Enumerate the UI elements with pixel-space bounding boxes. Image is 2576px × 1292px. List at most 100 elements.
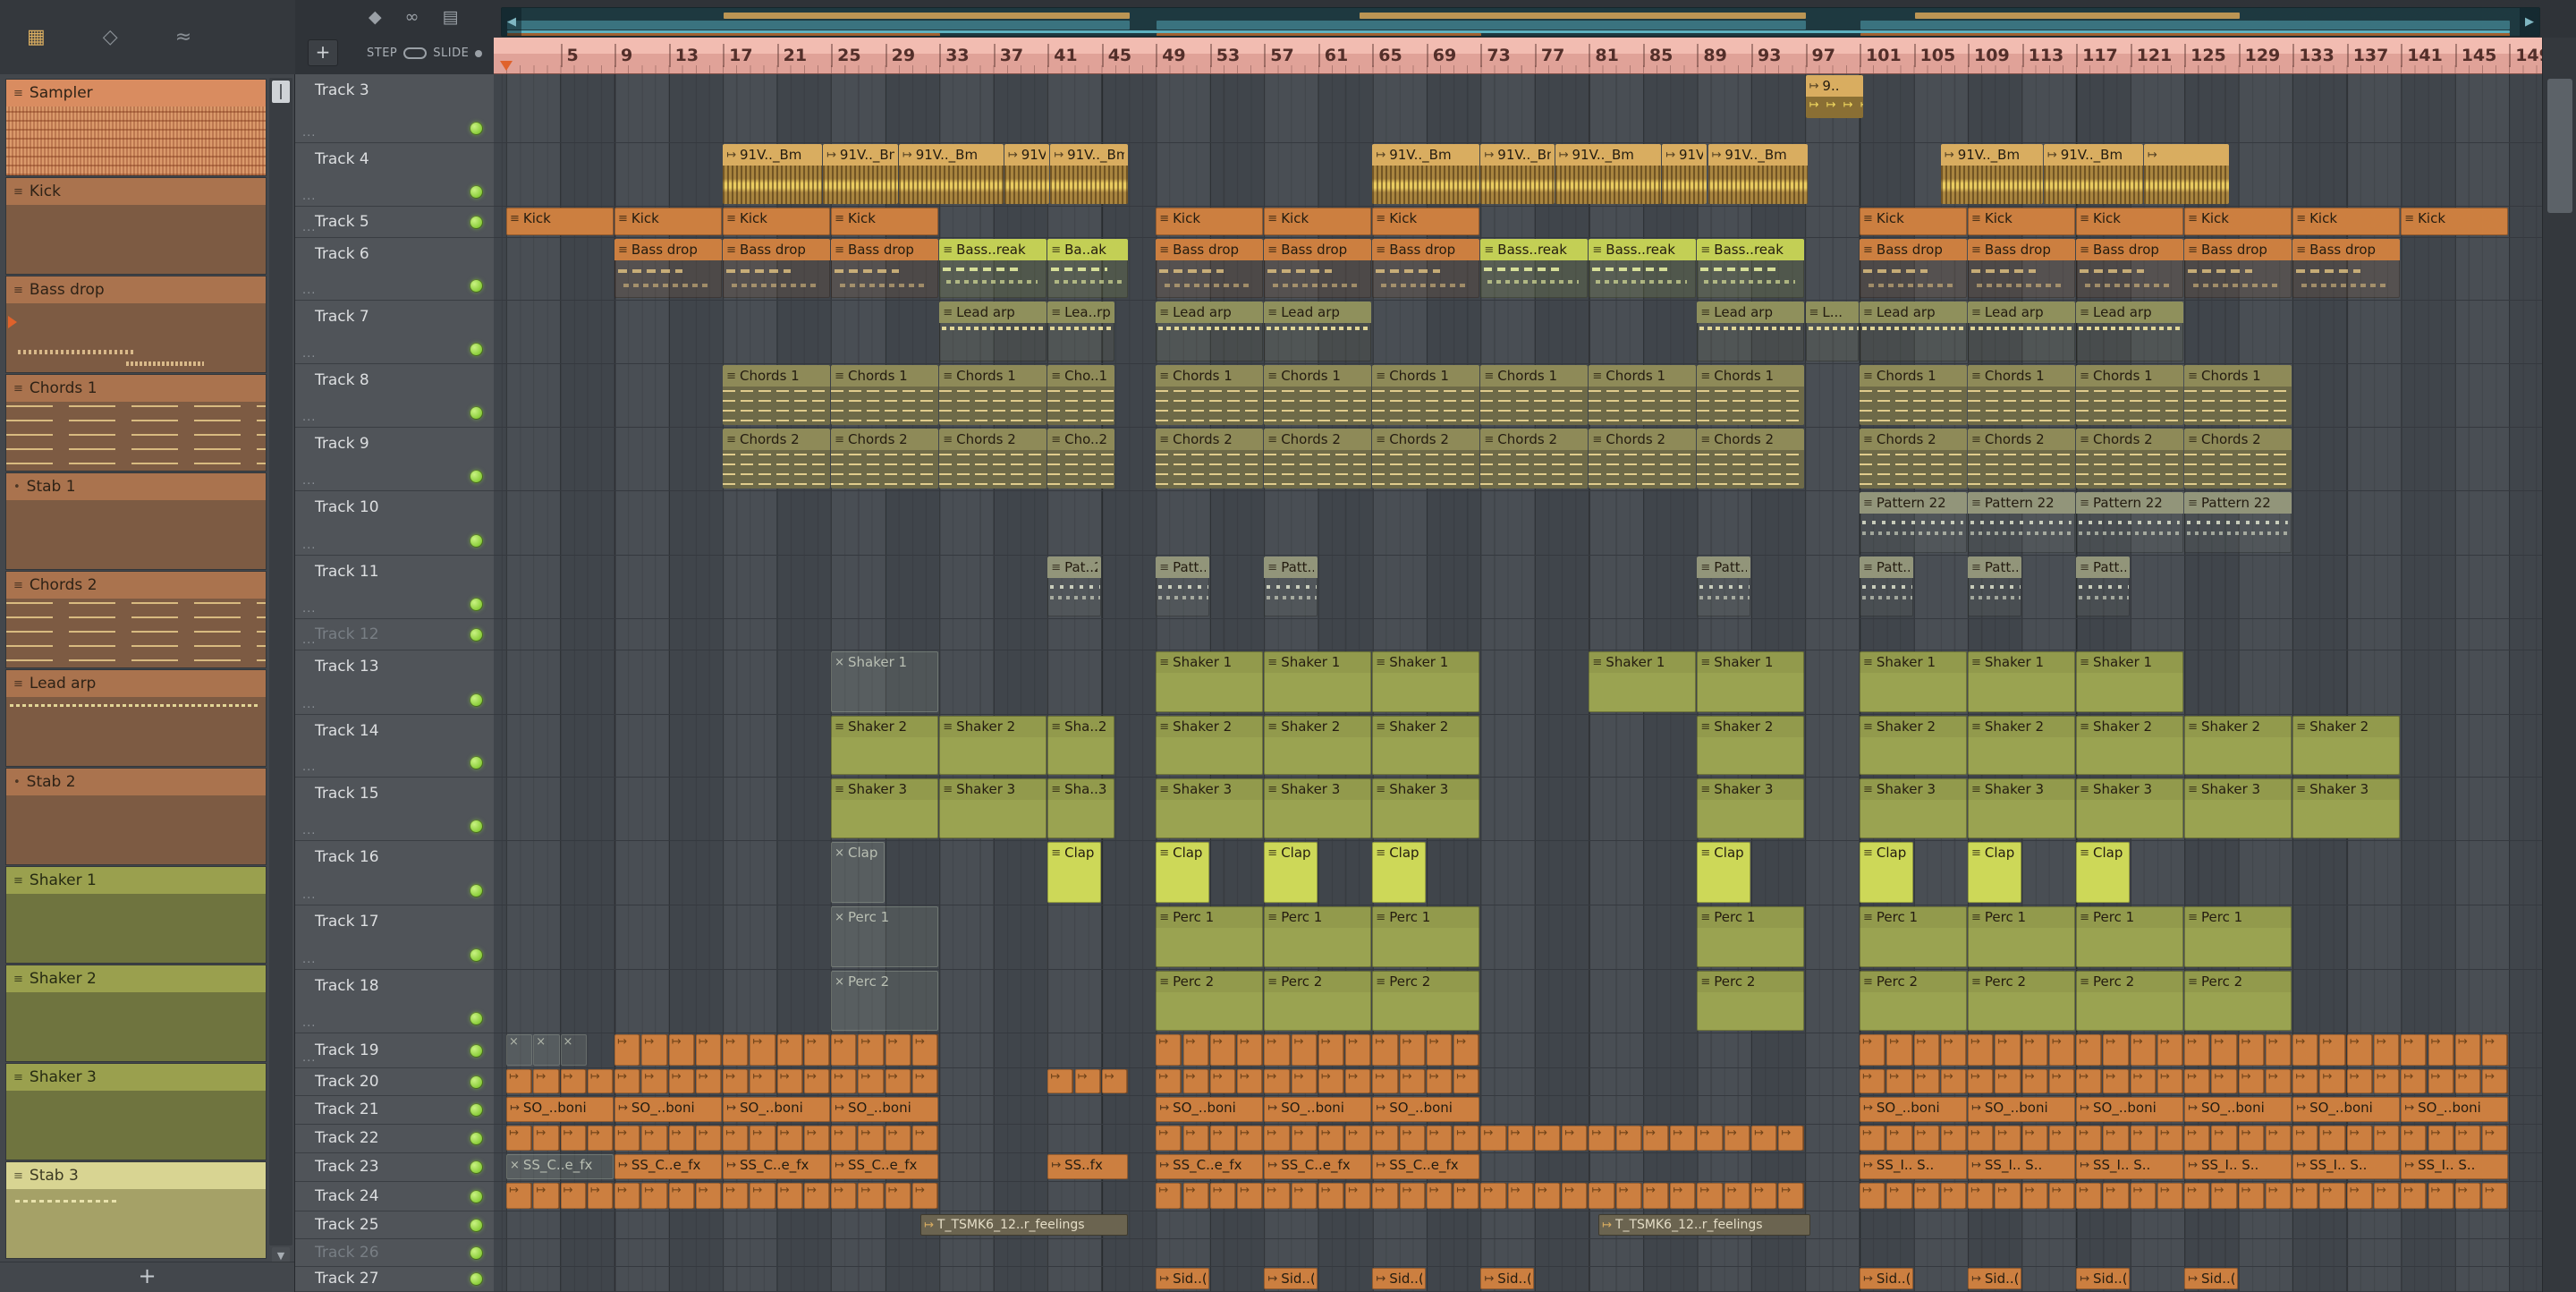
clip-clap[interactable]: ≡ Clap [1860,842,1913,903]
clip-clap[interactable]: ≡ Clap [1047,842,1101,903]
track-header-track-18[interactable]: Track 18 ··· [295,970,494,1033]
clip-sm[interactable]: ↦ [614,1069,641,1093]
clip-sm[interactable]: ↦ [1615,1183,1642,1209]
clip-chords-2[interactable]: ≡ Chords 2 [1860,429,1967,489]
clip-sm[interactable]: ↦ [533,1183,560,1209]
playlist-lane-track-16[interactable]: × Clap ≡ Clap ≡ Clap ≡ Clap ≡ Clap ≡ Clap ≡ Clap ≡ Clap… [494,841,2542,905]
clip-mutsm[interactable]: × [560,1034,587,1066]
clip-chords-2[interactable]: ≡ Chords 2 [1589,429,1697,489]
clip-sm[interactable]: ↦ [2454,1034,2481,1066]
clip-perc-1[interactable]: × Perc 1 [831,906,939,967]
clip-sm[interactable]: ↦ [560,1069,587,1093]
clip-cho-1[interactable]: ≡ Cho..1 [1047,365,1114,425]
clip-chords-1[interactable]: ≡ Chords 1 [831,365,939,425]
clip-91v-bm[interactable]: ↦91V.._Bm [1004,144,1050,204]
ruler-bar-85[interactable]: 85 [1642,44,1673,67]
clip-sm[interactable]: ↦ [2157,1034,2184,1066]
clip-kick[interactable]: ≡ Kick [1264,208,1372,235]
clip-kick[interactable]: ≡ Kick [506,208,614,235]
track-enable-led[interactable] [470,948,483,962]
playlist-lane-track-14[interactable]: ≡ Shaker 2 ≡ Shaker 2 ≡ Sha..2 ≡ Shaker 2 ≡ Shake… [494,715,2542,778]
clip-sm[interactable]: ↦ [1589,1126,1615,1151]
playlist-lane-track-20[interactable]: ↦ ↦ ↦ ↦ ↦ ↦ ↦ ↦ ↦ ↦ ↦ ↦ ↦ ↦ ↦ ↦ ↦ ↦ ↦ ↦ ↦ ↦ ↦ ↦ ↦ ↦ ↦ ↦ ↦ ↦ ↦ ↦ ↦ ↦ ↦ ↦ ↦ ↦ ↦ ↦… [494,1068,2542,1096]
track-header-track-6[interactable]: Track 6 ··· [295,238,494,301]
clip-sm[interactable]: ↦ [1562,1126,1589,1151]
ruler-bar-101[interactable]: 101 [1860,44,1902,67]
playlist-lane-track-10[interactable]: ≡ Pattern 22 ≡ Pattern 22 ≡ Pattern 22 ≡ Patter… [494,491,2542,556]
clip-so-boni[interactable]: ↦ SO_..boni [2076,1097,2184,1122]
clip-bass-drop[interactable]: ≡ Bass drop [831,239,939,298]
clip-clap[interactable]: ≡ Clap [1968,842,2021,903]
clip-bass-drop[interactable]: ≡ Bass drop [1860,239,1967,298]
clip-bass-reak[interactable]: ≡ Bass..reak [939,239,1047,298]
clip-sm[interactable]: ↦ [506,1183,533,1209]
clip-sm[interactable]: ↦ [2184,1126,2211,1151]
clip-sm[interactable]: ↦ [2373,1183,2401,1209]
clip-sm[interactable]: ↦ [587,1126,614,1151]
track-resize-dots[interactable]: ··· [302,225,316,238]
clip-sm[interactable]: ↦ [2292,1126,2319,1151]
ruler-bar-149[interactable]: 149 [2509,44,2542,67]
clip-sm[interactable]: ↦ [2428,1126,2454,1151]
track-resize-dots[interactable]: ··· [302,828,316,841]
ruler-bar-89[interactable]: 89 [1697,44,1727,67]
clip-so-boni[interactable]: ↦ SO_..boni [2292,1097,2401,1122]
track-header-track-7[interactable]: Track 7 ··· [295,301,494,364]
clip-bass-reak[interactable]: ≡ Bass..reak [1480,239,1589,298]
clip-sm[interactable]: ↦ [2292,1034,2319,1066]
clip-sm[interactable]: ↦ [1237,1126,1264,1151]
clip-sm[interactable]: ↦ [1399,1034,1426,1066]
clip-sm[interactable]: ↦ [1182,1069,1209,1093]
clip-shaker-2[interactable]: ≡ Shaker 2 [939,716,1047,775]
picker-item-stab-2[interactable]: • Stab 2 [5,768,267,865]
track-header-track-27[interactable]: Track 27 [295,1267,494,1292]
clip-perc-1[interactable]: ≡ Perc 1 [1968,906,2075,967]
clip-sm[interactable]: ↦ [1237,1183,1264,1209]
clip-sm[interactable]: ↦ [1860,1126,1886,1151]
clip-lead-arp[interactable]: ≡ Lead arp [1968,302,2075,361]
playlist-lane-track-12[interactable] [494,619,2542,650]
clip-sm[interactable]: ↦ [2048,1034,2076,1066]
clip-sm[interactable]: ↦ [1534,1126,1562,1151]
clip-kick[interactable]: ≡ Kick [2401,208,2509,235]
clip-sm[interactable]: ↦ [1724,1126,1750,1151]
clip-sid-2[interactable]: ↦Sid..(2) [1264,1268,1318,1289]
clip-sm[interactable]: ↦ [695,1126,723,1151]
clip-sm[interactable]: ↦ [668,1126,695,1151]
clip-shaker-1[interactable]: ≡ Shaker 1 [1697,651,1805,712]
clip-sm[interactable]: ↦ [2373,1126,2401,1151]
playlist-lane-track-18[interactable]: × Perc 2 ≡ Perc 2 ≡ Perc 2 ≡ Perc 2 ≡ Perc 2 ≡ Perc… [494,970,2542,1033]
clip-sm[interactable]: ↦ [2103,1069,2130,1093]
track-enable-led[interactable] [470,820,483,833]
clip-sm[interactable]: ↦ [2319,1034,2346,1066]
clip-sm[interactable]: ↦ [1453,1126,1480,1151]
clip-so-boni[interactable]: ↦ SO_..boni [2184,1097,2292,1122]
clip-91v-bm[interactable]: ↦91V.._Bm [1050,144,1128,204]
clip-sm[interactable]: ↦ [1399,1183,1426,1209]
clip-sm[interactable]: ↦ [1940,1034,1968,1066]
clip-sm[interactable]: ↦ [641,1126,668,1151]
clip-t-tsmk6-12-r-feelings[interactable]: ↦ T_TSMK6_12..r_feelings [920,1214,1128,1236]
clip-9[interactable]: ↦9..↦ ↦ ↦ ↦ [1805,75,1863,118]
clip-ss-i-s[interactable]: ↦ SS_I.. S.. [1860,1154,1967,1179]
clip-perc-1[interactable]: ≡ Perc 1 [1264,906,1372,967]
clip-chords-1[interactable]: ≡ Chords 1 [1372,365,1480,425]
clip-shaker-2[interactable]: ≡ Shaker 2 [1860,716,1967,775]
clip-sm[interactable]: ↦ [2401,1069,2428,1093]
clip-perc-1[interactable]: ≡ Perc 1 [1697,906,1805,967]
clip-sm[interactable]: ↦ [614,1126,641,1151]
clip-lead-arp[interactable]: ≡ Lead arp [2076,302,2184,361]
clip-ss-c-e-fx[interactable]: ↦ SS_C..e_fx [723,1154,831,1179]
clip-sm[interactable]: ↦ [1860,1034,1886,1066]
clip-sm[interactable]: ↦ [2130,1034,2157,1066]
clip-sm[interactable]: ↦ [1426,1126,1453,1151]
clip-sm[interactable]: ↦ [1047,1069,1074,1093]
picker-item-sampler[interactable]: ≡ Sampler [5,79,267,176]
clip-sm[interactable]: ↦ [1670,1183,1697,1209]
clip-sm[interactable]: ↦ [1453,1183,1480,1209]
clip-sm[interactable]: ↦ [668,1183,695,1209]
vertical-scrollbar[interactable] [2542,38,2576,1292]
clip-wav[interactable]: ↦ [2143,144,2230,204]
clip-chords-2[interactable]: ≡ Chords 2 [2184,429,2292,489]
picker-item-kick[interactable]: ≡ Kick [5,177,267,275]
